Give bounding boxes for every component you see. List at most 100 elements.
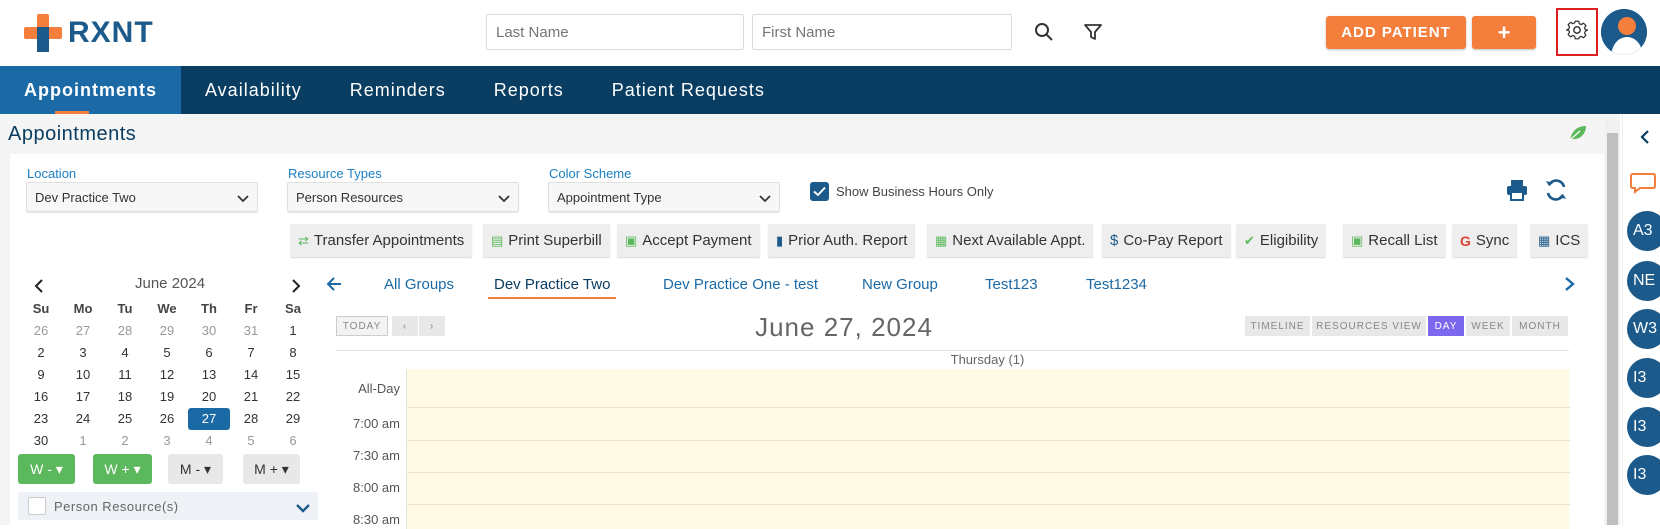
location-select[interactable]: Dev Practice Two [26, 182, 258, 212]
rail-user-avatar[interactable]: A3 [1627, 211, 1660, 251]
view-timeline-button[interactable]: TIMELINE [1245, 316, 1310, 336]
calendar-day[interactable]: 13 [188, 364, 230, 386]
calendar-day[interactable]: 12 [146, 364, 188, 386]
view-week-button[interactable]: WEEK [1466, 316, 1510, 336]
calendar-day[interactable]: 24 [62, 408, 104, 430]
calendar-day[interactable]: 29 [272, 408, 314, 430]
add-patient-button[interactable]: ADD PATIENT [1326, 16, 1466, 49]
calendar-day[interactable]: 11 [104, 364, 146, 386]
calendar-day[interactable]: 5 [230, 430, 272, 452]
calendar-day[interactable]: 1 [272, 320, 314, 342]
group-tab-dev-practice-one[interactable]: Dev Practice One - test [663, 276, 818, 293]
calendar-day[interactable]: 4 [188, 430, 230, 452]
calendar-day[interactable]: 19 [146, 386, 188, 408]
groups-next-arrow-icon[interactable] [1564, 276, 1576, 297]
calendar-day[interactable]: 5 [146, 342, 188, 364]
calendar-day[interactable]: 6 [188, 342, 230, 364]
nav-patient-requests[interactable]: Patient Requests [588, 66, 789, 114]
calendar-day[interactable]: 3 [146, 430, 188, 452]
print-icon[interactable] [1505, 178, 1529, 207]
filter-icon[interactable] [1081, 20, 1105, 44]
calendar-day[interactable]: 28 [104, 320, 146, 342]
rail-user-avatar[interactable]: I3 [1627, 455, 1660, 495]
view-day-button[interactable]: DAY [1428, 316, 1464, 336]
nav-appointments[interactable]: Appointments [0, 66, 181, 114]
groups-prev-arrow-icon[interactable] [326, 276, 342, 297]
calendar-day[interactable]: 2 [20, 342, 62, 364]
resource-types-select[interactable]: Person Resources [287, 182, 519, 212]
calendar-day[interactable]: 7 [230, 342, 272, 364]
calendar-day[interactable]: 16 [20, 386, 62, 408]
rxnt-logo[interactable]: RXNT [24, 13, 154, 53]
settings-button[interactable] [1556, 8, 1598, 56]
calendar-day[interactable]: 14 [230, 364, 272, 386]
next-available-appt-button[interactable]: ▦ Next Available Appt. [927, 224, 1094, 257]
nav-reports[interactable]: Reports [470, 66, 588, 114]
print-superbill-button[interactable]: ▤ Print Superbill [483, 224, 610, 257]
calendar-day[interactable]: 26 [20, 320, 62, 342]
calendar-day[interactable]: 22 [272, 386, 314, 408]
first-name-input[interactable] [752, 14, 1012, 50]
prev-day-button[interactable]: ‹ [392, 316, 418, 336]
calendar-day[interactable]: 8 [272, 342, 314, 364]
week-minus-button[interactable]: W - ▾ [18, 454, 75, 484]
scrollbar-thumb[interactable] [1607, 133, 1618, 525]
group-tab-dev-practice-two[interactable]: Dev Practice Two [488, 276, 617, 299]
next-day-button[interactable]: › [419, 316, 445, 336]
calendar-day[interactable]: 4 [104, 342, 146, 364]
calendar-day[interactable]: 1 [62, 430, 104, 452]
search-icon[interactable] [1032, 20, 1056, 44]
transfer-appointments-button[interactable]: ⇄ Transfer Appointments [290, 224, 473, 257]
co-pay-report-button[interactable]: $ Co-Pay Report [1102, 224, 1231, 257]
view-month-button[interactable]: MONTH [1512, 316, 1568, 336]
calendar-day[interactable]: 10 [62, 364, 104, 386]
month-minus-button[interactable]: M - ▾ [168, 454, 223, 484]
person-resources-row[interactable]: Person Resource(s) [18, 492, 318, 520]
rail-user-avatar[interactable]: I3 [1627, 358, 1660, 398]
group-tab-test123[interactable]: Test123 [985, 276, 1038, 293]
calendar-day[interactable]: 18 [104, 386, 146, 408]
nav-availability[interactable]: Availability [181, 66, 326, 114]
group-tab-test1234[interactable]: Test1234 [1086, 276, 1147, 293]
color-scheme-select[interactable]: Appointment Type [548, 182, 780, 212]
view-resources-button[interactable]: RESOURCES VIEW [1312, 316, 1426, 336]
nav-reminders[interactable]: Reminders [326, 66, 470, 114]
chat-icon[interactable] [1630, 172, 1656, 199]
week-plus-button[interactable]: W + ▾ [93, 454, 152, 484]
calendar-day[interactable]: 17 [62, 386, 104, 408]
calendar-day[interactable]: 9 [20, 364, 62, 386]
calendar-day[interactable]: 6 [272, 430, 314, 452]
rail-user-avatar[interactable]: W3 [1627, 309, 1660, 349]
rail-user-avatar[interactable]: NE [1627, 261, 1660, 301]
month-plus-button[interactable]: M + ▾ [243, 454, 300, 484]
group-tab-all[interactable]: All Groups [384, 276, 454, 293]
eligibility-button[interactable]: ✔ Eligibility [1236, 224, 1327, 257]
calendar-day[interactable]: 27 [62, 320, 104, 342]
rail-user-avatar[interactable]: I3 [1627, 407, 1660, 447]
calendar-day[interactable]: 21 [230, 386, 272, 408]
calendar-day[interactable]: 28 [230, 408, 272, 430]
resources-checkbox[interactable] [28, 497, 46, 515]
prev-month-icon[interactable] [34, 279, 44, 298]
day-slots[interactable] [406, 369, 1570, 529]
calendar-day[interactable]: 29 [146, 320, 188, 342]
calendar-day[interactable]: 15 [272, 364, 314, 386]
calendar-day[interactable]: 25 [104, 408, 146, 430]
calendar-day[interactable]: 26 [146, 408, 188, 430]
next-month-icon[interactable] [291, 279, 301, 298]
calendar-day[interactable]: 3 [62, 342, 104, 364]
ics-button[interactable]: ▦ ICS [1530, 224, 1589, 257]
calendar-day[interactable]: 23 [20, 408, 62, 430]
accept-payment-button[interactable]: ▣ Accept Payment [617, 224, 760, 257]
chevron-down-icon[interactable] [296, 500, 310, 518]
sync-button[interactable]: G Sync [1452, 224, 1518, 257]
user-avatar[interactable] [1601, 9, 1647, 55]
calendar-day[interactable]: 30 [20, 430, 62, 452]
business-hours-checkbox[interactable] [810, 182, 829, 201]
refresh-icon[interactable] [1544, 178, 1568, 207]
group-tab-new-group[interactable]: New Group [862, 276, 938, 293]
calendar-day-selected[interactable]: 27 [188, 408, 230, 430]
calendar-day[interactable]: 20 [188, 386, 230, 408]
recall-list-button[interactable]: ▣ Recall List [1343, 224, 1446, 257]
calendar-day[interactable]: 2 [104, 430, 146, 452]
